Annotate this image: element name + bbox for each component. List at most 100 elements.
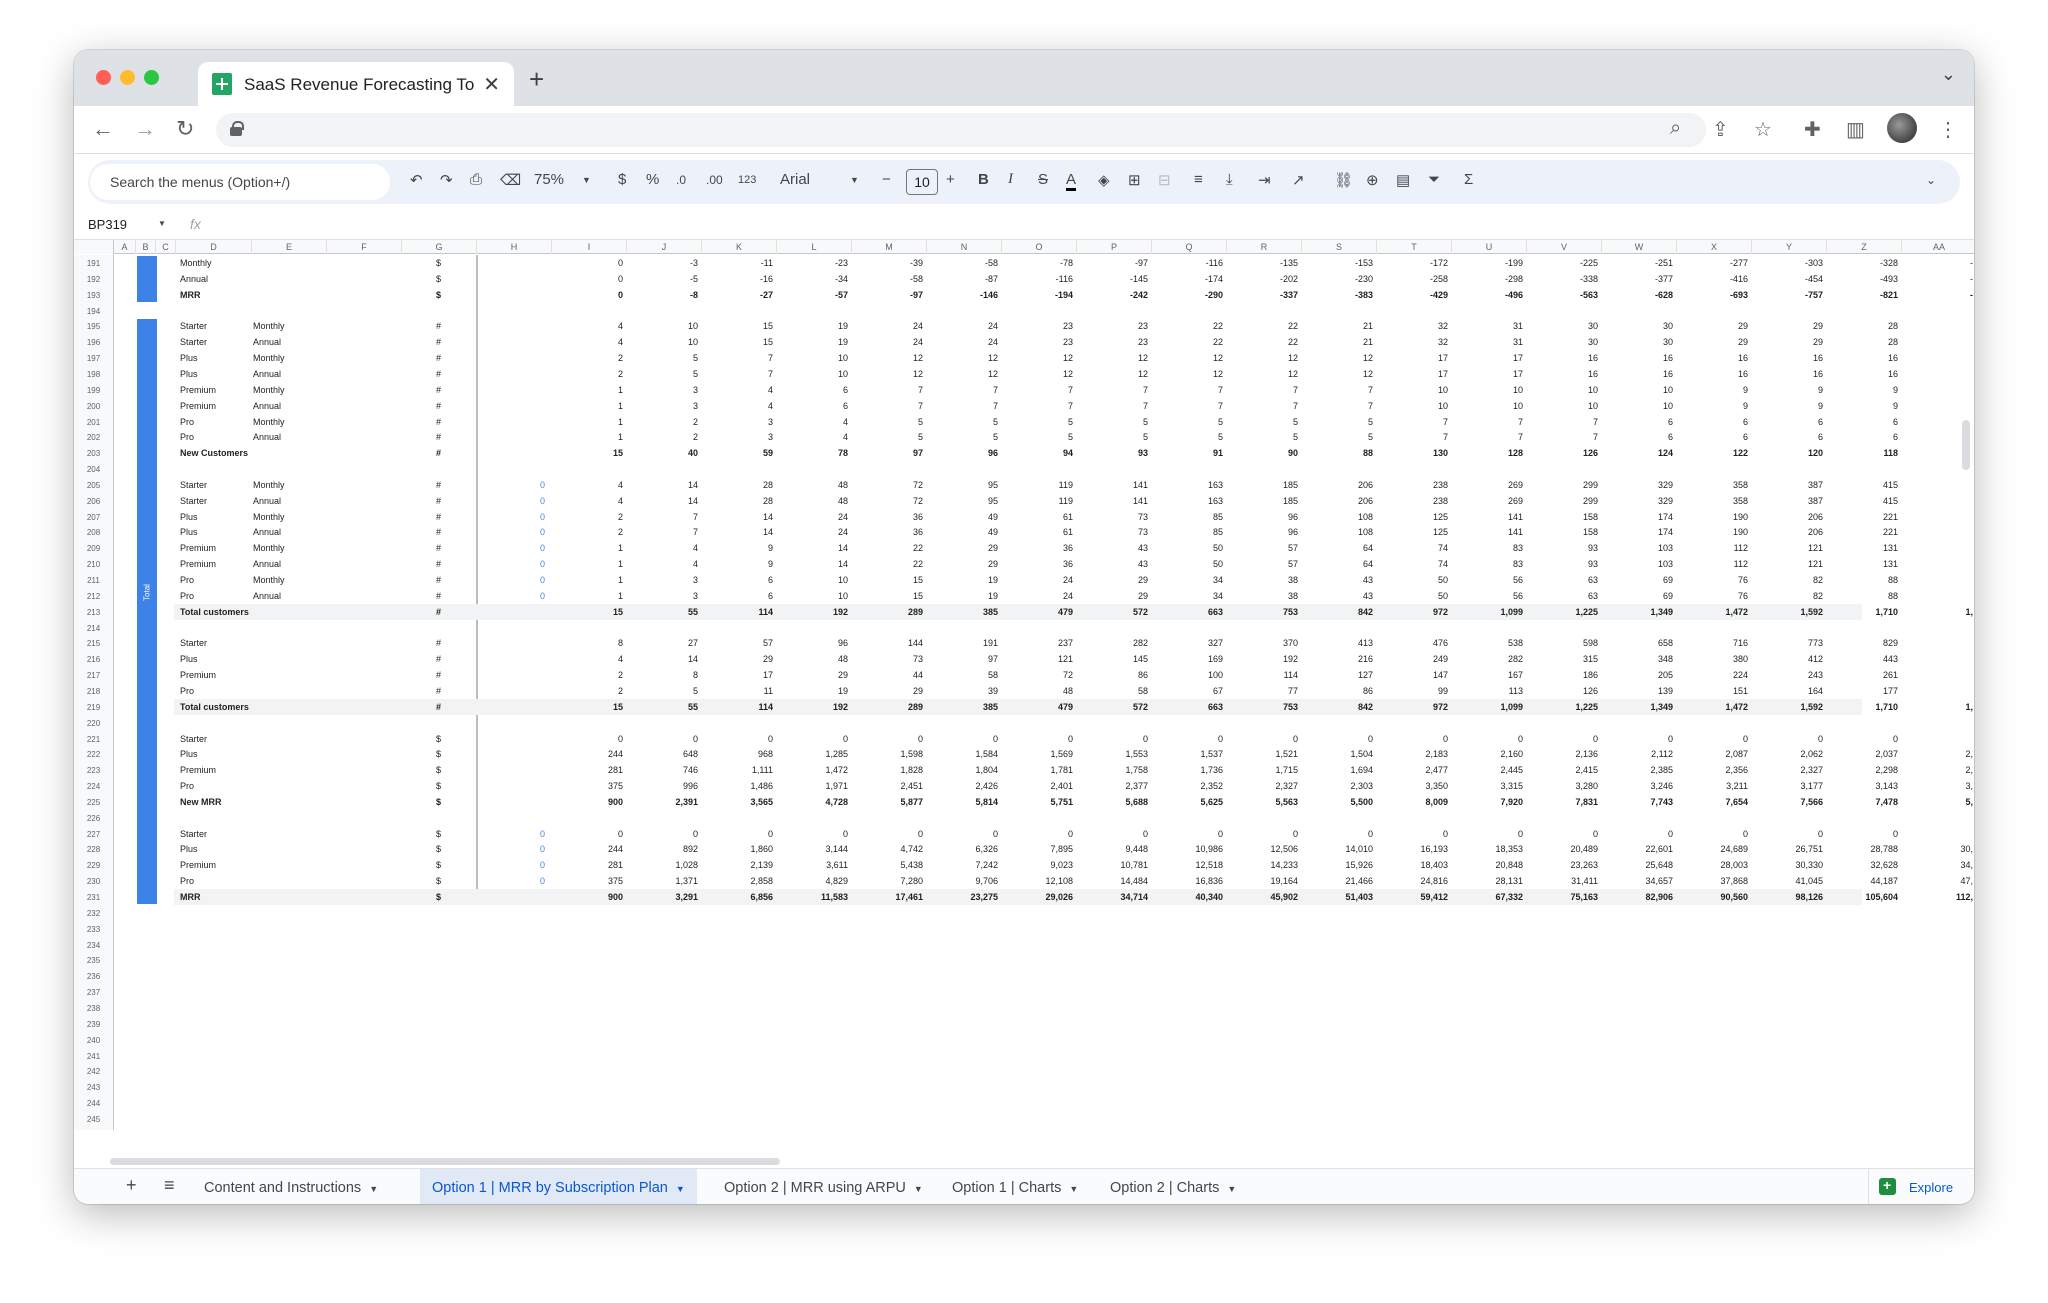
text-rotation-icon[interactable]: ↗: [1292, 171, 1305, 189]
value-cell[interactable]: 7: [1152, 401, 1223, 411]
value-cell[interactable]: 3,315: [1452, 781, 1523, 791]
value-cell[interactable]: -8: [627, 290, 698, 300]
value-cell[interactable]: 14: [627, 480, 698, 490]
value-cell[interactable]: 216: [1302, 654, 1373, 664]
value-cell[interactable]: 41,045: [1752, 876, 1823, 886]
value-cell[interactable]: 4: [702, 385, 773, 395]
value-cell[interactable]: 192: [777, 702, 848, 712]
value-cell[interactable]: 97: [852, 448, 923, 458]
row-label-cell[interactable]: Plus: [180, 369, 198, 379]
value-cell[interactable]: 103: [1602, 543, 1673, 553]
column-header-d[interactable]: D: [176, 240, 252, 254]
unit-cell[interactable]: #: [436, 512, 441, 522]
value-cell[interactable]: 327: [1152, 638, 1223, 648]
value-cell[interactable]: 26,751: [1752, 844, 1823, 854]
value-cell[interactable]: 16: [1527, 369, 1598, 379]
row-label-cell[interactable]: Monthly: [180, 258, 212, 268]
value-cell[interactable]: 28: [702, 480, 773, 490]
row-label-cell[interactable]: Pro: [180, 591, 194, 601]
billing-cycle-cell[interactable]: Annual: [253, 337, 281, 347]
value-cell[interactable]: -87: [927, 274, 998, 284]
billing-cycle-cell[interactable]: Monthly: [253, 543, 285, 553]
value-cell[interactable]: 18,403: [1377, 860, 1448, 870]
value-cell[interactable]: -: [1902, 274, 1973, 284]
value-cell[interactable]: 221: [1827, 527, 1898, 537]
value-cell[interactable]: 95: [927, 496, 998, 506]
value-cell[interactable]: 147: [1377, 670, 1448, 680]
value-cell[interactable]: -: [1902, 290, 1973, 300]
value-cell[interactable]: 10: [777, 353, 848, 363]
value-cell[interactable]: -27: [702, 290, 773, 300]
value-cell[interactable]: 67,332: [1452, 892, 1523, 902]
value-cell[interactable]: 2,451: [852, 781, 923, 791]
value-cell[interactable]: 15: [852, 575, 923, 585]
back-icon[interactable]: ←: [92, 116, 114, 142]
value-cell[interactable]: 145: [1077, 654, 1148, 664]
value-cell[interactable]: 12: [1227, 369, 1298, 379]
value-cell[interactable]: 34: [1152, 575, 1223, 585]
row-label-cell[interactable]: Plus: [180, 749, 198, 759]
value-cell[interactable]: 5: [852, 417, 923, 427]
borders-icon[interactable]: ⊞: [1128, 171, 1141, 189]
value-cell[interactable]: 7: [702, 369, 773, 379]
value-cell[interactable]: 0: [702, 829, 773, 839]
column-header-m[interactable]: M: [852, 240, 927, 254]
value-cell[interactable]: 24: [1002, 575, 1073, 585]
row-label-cell[interactable]: Starter: [180, 321, 207, 331]
value-cell[interactable]: 12: [1077, 369, 1148, 379]
row-header[interactable]: 197: [74, 350, 114, 367]
insert-chart-icon[interactable]: ▤: [1396, 171, 1410, 189]
value-cell[interactable]: -821: [1827, 290, 1898, 300]
value-cell[interactable]: 17: [1452, 369, 1523, 379]
row-header[interactable]: 217: [74, 667, 114, 684]
unit-cell[interactable]: #: [436, 369, 441, 379]
value-cell[interactable]: 28,131: [1452, 876, 1523, 886]
value-cell[interactable]: 6: [1752, 432, 1823, 442]
value-cell[interactable]: 29: [927, 543, 998, 553]
row-header[interactable]: 203: [74, 445, 114, 462]
value-cell[interactable]: -303: [1752, 258, 1823, 268]
value-cell[interactable]: 86: [1077, 670, 1148, 680]
value-cell[interactable]: 5: [1227, 417, 1298, 427]
value-cell[interactable]: -277: [1677, 258, 1748, 268]
unit-cell[interactable]: #: [436, 591, 441, 601]
value-cell[interactable]: 842: [1302, 607, 1373, 617]
value-cell[interactable]: 0: [1152, 734, 1223, 744]
value-cell[interactable]: 7,654: [1677, 797, 1748, 807]
value-cell[interactable]: 38: [1227, 591, 1298, 601]
row-label-cell[interactable]: Starter: [180, 829, 207, 839]
column-header-z[interactable]: Z: [1827, 240, 1902, 254]
bold-button[interactable]: B: [978, 171, 989, 188]
value-cell[interactable]: 10: [1377, 385, 1448, 395]
value-cell[interactable]: 14: [777, 543, 848, 553]
value-cell[interactable]: 968: [702, 749, 773, 759]
column-header-q[interactable]: Q: [1152, 240, 1227, 254]
value-cell[interactable]: 5,: [1902, 797, 1973, 807]
value-cell[interactable]: 2,356: [1677, 765, 1748, 775]
unit-cell[interactable]: $: [436, 892, 441, 902]
value-cell[interactable]: 0: [777, 734, 848, 744]
value-cell[interactable]: 14: [627, 496, 698, 506]
row-header[interactable]: 235: [74, 952, 114, 969]
horizontal-scrollbar[interactable]: [110, 1156, 1940, 1166]
value-cell[interactable]: 61: [1002, 512, 1073, 522]
unit-cell[interactable]: #: [436, 353, 441, 363]
value-cell[interactable]: 93: [1077, 448, 1148, 458]
name-box-dropdown-icon[interactable]: ▼: [158, 219, 166, 228]
value-cell[interactable]: 479: [1002, 607, 1073, 617]
value-cell[interactable]: 7: [927, 401, 998, 411]
column-header-n[interactable]: N: [927, 240, 1002, 254]
value-cell[interactable]: -298: [1452, 274, 1523, 284]
undo-icon[interactable]: ↶: [410, 171, 423, 189]
value-cell[interactable]: 73: [852, 654, 923, 664]
value-cell[interactable]: 163: [1152, 496, 1223, 506]
value-cell[interactable]: 14,484: [1077, 876, 1148, 886]
value-cell[interactable]: 15: [702, 321, 773, 331]
value-cell[interactable]: 663: [1152, 702, 1223, 712]
value-cell[interactable]: 6: [702, 591, 773, 601]
value-cell[interactable]: 1,: [1902, 607, 1973, 617]
value-cell[interactable]: 169: [1152, 654, 1223, 664]
value-cell[interactable]: 90,560: [1677, 892, 1748, 902]
value-cell[interactable]: 1,486: [702, 781, 773, 791]
value-cell[interactable]: 3,291: [627, 892, 698, 902]
